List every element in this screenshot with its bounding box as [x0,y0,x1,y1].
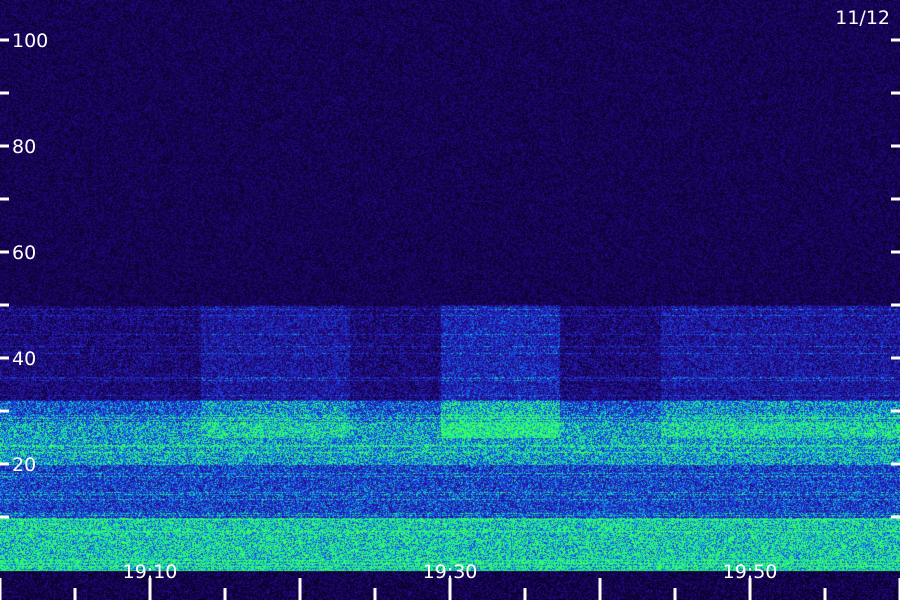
y-tick-label: 80 [12,136,36,158]
axes-overlay: 20 40 60 80 100 19:10 19:30 19:50 11/12 [0,7,900,600]
x-tick-label: 19:10 [123,561,178,583]
date-label: 11/12 [835,7,890,29]
y-tick-label: 40 [12,348,36,370]
x-tick-label: 19:30 [423,561,478,583]
y-tick-label: 20 [12,454,36,476]
y-tick-label: 100 [12,30,48,52]
y-axis: 20 40 60 80 100 [0,30,900,519]
y-tick-label: 60 [12,242,36,264]
x-tick-label: 19:50 [723,561,778,583]
x-axis: 19:10 19:30 19:50 [0,561,900,600]
